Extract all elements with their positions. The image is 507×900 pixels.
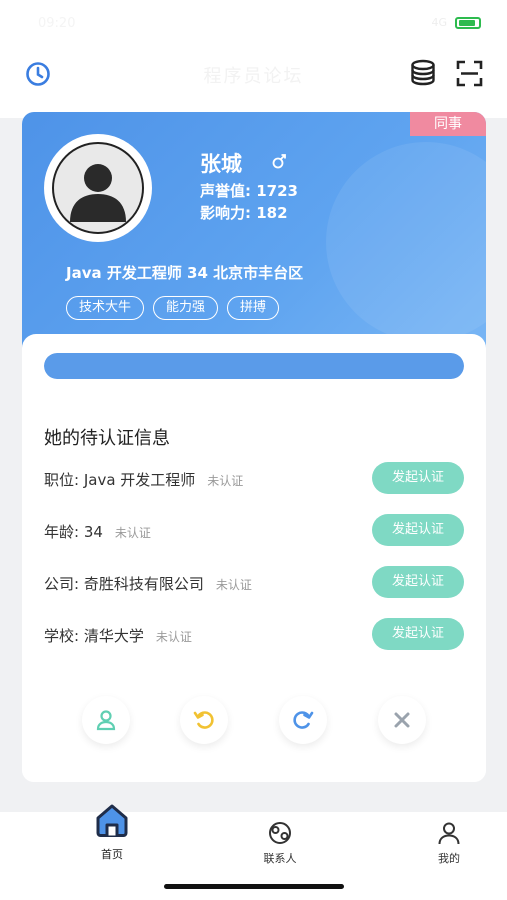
- progress-bar: [44, 353, 464, 379]
- row-status: 未认证: [114, 526, 151, 540]
- battery-icon: [455, 16, 481, 29]
- reputation-value: 声誉值: 1723: [200, 182, 298, 200]
- user-icon: [96, 710, 116, 731]
- verification-panel: 她的待认证信息 职位: Java 开发工程师 未认证 发起认证 年龄: 34 未认证…: [22, 334, 486, 782]
- action-bar: [22, 696, 486, 746]
- start-verification-button[interactable]: 发起认证: [372, 566, 464, 598]
- profile-card: 同事 张城 声誉值: 1723 影响力: 182 Java 开发工程师 34 北…: [22, 112, 486, 782]
- close-button[interactable]: [378, 696, 426, 744]
- row-label-text: 学校: 清华大学: [44, 627, 144, 645]
- row-status: 未认证: [155, 630, 192, 644]
- signal-label: 4G: [431, 16, 447, 29]
- tab-profile[interactable]: 我的: [399, 812, 499, 872]
- add-user-button[interactable]: [82, 696, 130, 744]
- row-status: 未认证: [207, 474, 244, 488]
- redo-button[interactable]: [279, 696, 327, 744]
- verification-row-school: 学校: 清华大学 未认证 发起认证: [44, 618, 464, 652]
- tag-list: 技术大牛 能力强 拼搏: [66, 296, 280, 320]
- row-label-text: 年龄: 34: [44, 523, 103, 541]
- row-label: 学校: 清华大学 未认证: [44, 625, 192, 646]
- avatar-person-icon: [70, 164, 126, 222]
- influence-value: 影响力: 182: [200, 204, 288, 222]
- row-status: 未认证: [215, 578, 252, 592]
- tab-label: 我的: [438, 852, 460, 865]
- row-label: 年龄: 34 未认证: [44, 521, 151, 542]
- progress-fill: [44, 353, 464, 379]
- start-verification-button[interactable]: 发起认证: [372, 618, 464, 650]
- section-title: 她的待认证信息: [44, 428, 170, 449]
- start-verification-button[interactable]: 发起认证: [372, 462, 464, 494]
- tag-chip: 拼搏: [227, 296, 280, 320]
- profile-header: 同事 张城 声誉值: 1723 影响力: 182 Java 开发工程师 34 北…: [22, 112, 486, 357]
- decorative-circle: [326, 142, 486, 342]
- home-icon: [96, 804, 128, 837]
- undo-icon: [193, 711, 214, 729]
- profile-icon: [438, 822, 460, 845]
- close-icon: [394, 712, 410, 728]
- status-bar: 09:20 4G: [0, 0, 507, 50]
- database-icon[interactable]: [409, 59, 437, 87]
- tab-label: 联系人: [263, 852, 297, 865]
- avatar-image: [52, 142, 144, 234]
- status-time: 09:20: [38, 16, 76, 31]
- row-label-text: 职位: Java 开发工程师: [44, 471, 196, 489]
- tab-home[interactable]: 首页: [62, 804, 162, 872]
- tag-chip: 能力强: [153, 296, 219, 320]
- tab-label: 首页: [101, 848, 123, 861]
- status-indicators: 4G: [431, 16, 481, 29]
- undo-button[interactable]: [180, 696, 228, 744]
- start-verification-button[interactable]: 发起认证: [372, 514, 464, 546]
- verification-row-company: 公司: 奇胜科技有限公司 未认证 发起认证: [44, 566, 464, 600]
- row-label-text: 公司: 奇胜科技有限公司: [44, 575, 204, 593]
- nav-bar: 程序员论坛: [0, 50, 507, 98]
- avatar[interactable]: [44, 134, 152, 242]
- verification-row-position: 职位: Java 开发工程师 未认证 发起认证: [44, 462, 464, 496]
- user-name: 张城: [200, 152, 242, 176]
- tag-chip: 技术大牛: [66, 296, 145, 320]
- profile-info: Java 开发工程师 34 北京市丰台区: [66, 264, 304, 282]
- verification-row-age: 年龄: 34 未认证 发起认证: [44, 514, 464, 548]
- home-indicator: [164, 884, 344, 889]
- male-icon: [272, 154, 286, 169]
- coworker-badge: 同事: [410, 112, 486, 136]
- row-label: 职位: Java 开发工程师 未认证: [44, 469, 243, 490]
- row-label: 公司: 奇胜科技有限公司 未认证: [44, 573, 252, 594]
- redo-icon: [293, 711, 314, 729]
- contacts-icon: [269, 822, 291, 844]
- scan-icon[interactable]: [456, 60, 483, 87]
- tab-contacts[interactable]: 联系人: [230, 812, 330, 872]
